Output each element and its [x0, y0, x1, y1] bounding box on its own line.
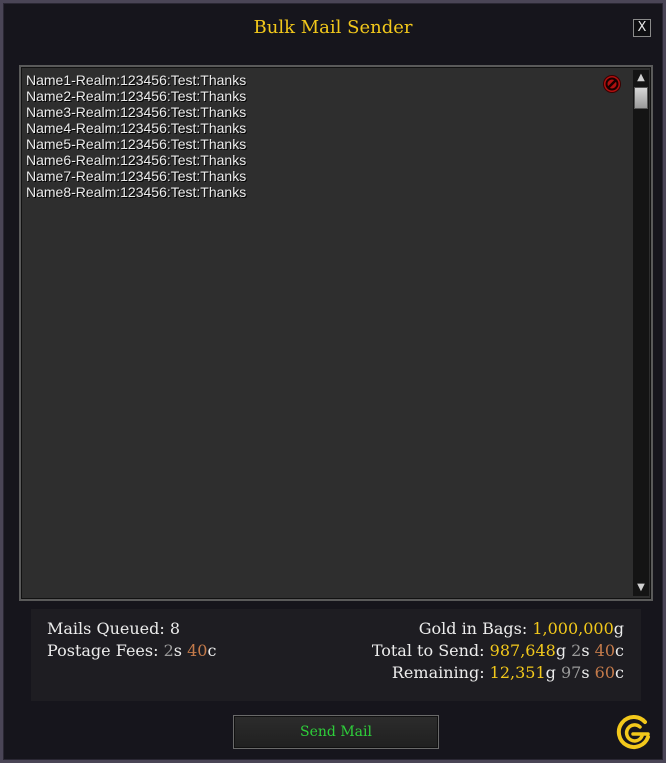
send-mail-button[interactable]: Send Mail	[233, 715, 439, 749]
postage-silver: 2	[163, 641, 174, 660]
summary-panel: Mails Queued: 8 Postage Fees: 2s 40c Gol…	[31, 609, 641, 701]
mails-queued-value: 8	[169, 619, 181, 638]
recipients-text[interactable]: Name1-Realm:123456:Test:Thanks Name2-Rea…	[26, 72, 246, 200]
addon-logo-icon	[616, 715, 650, 750]
remaining: Remaining: 12,351g 97s 60c	[391, 663, 624, 682]
mails-queued: Mails Queued: 8	[47, 619, 181, 638]
total-to-send: Total to Send: 987,648g 2s 40c	[371, 641, 624, 660]
vertical-scrollbar[interactable]: ▲ ▼	[633, 70, 649, 596]
bags-gold: 1,000,000	[532, 619, 614, 638]
scroll-up-icon[interactable]: ▲	[633, 72, 649, 84]
bulk-mail-window: Bulk Mail Sender X Name1-Realm:123456:Te…	[0, 0, 666, 763]
postage-copper: 40	[187, 641, 208, 660]
postage-fees: Postage Fees: 2s 40c	[47, 641, 217, 660]
close-button[interactable]: X	[633, 19, 651, 37]
gold-in-bags: Gold in Bags: 1,000,000g	[418, 619, 624, 638]
window-title: Bulk Mail Sender	[253, 17, 413, 38]
scroll-thumb[interactable]	[634, 87, 648, 109]
remaining-gold: 12,351	[489, 663, 546, 682]
remaining-copper: 60	[594, 663, 616, 682]
recipients-editbox[interactable]: Name1-Realm:123456:Test:Thanks Name2-Rea…	[19, 65, 653, 601]
scroll-down-icon[interactable]: ▼	[633, 582, 649, 594]
total-silver: 2	[571, 641, 582, 660]
total-copper: 40	[594, 641, 616, 660]
clear-icon[interactable]	[602, 74, 622, 94]
remaining-silver: 97	[561, 663, 582, 682]
total-gold: 987,648	[489, 641, 556, 660]
